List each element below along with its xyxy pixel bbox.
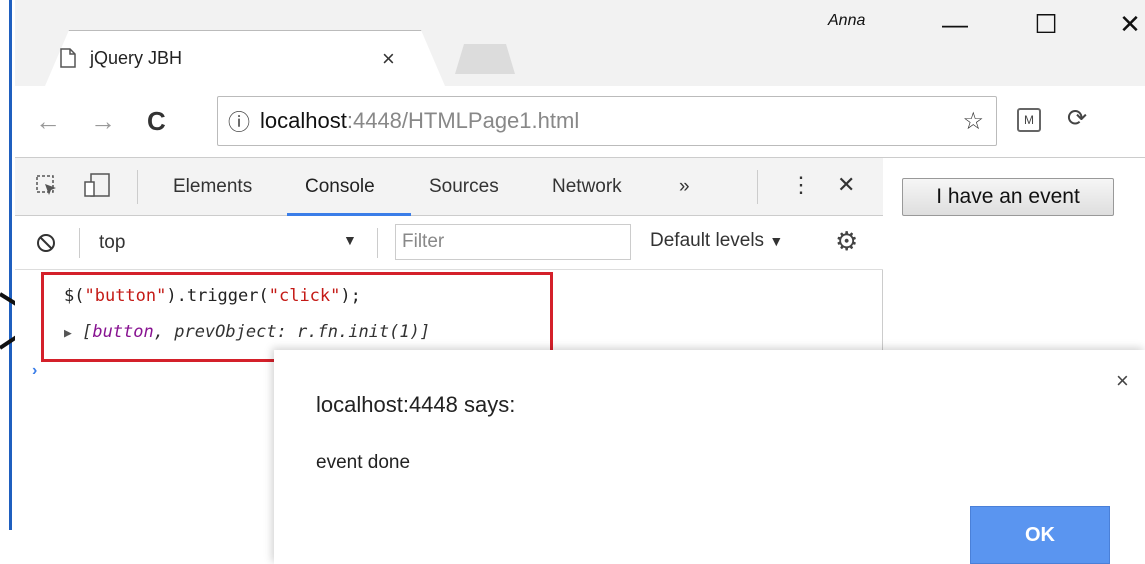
toolbar-divider (137, 170, 138, 204)
log-levels-arrow-icon: ▼ (769, 233, 784, 249)
console-settings-gear-icon[interactable]: ⚙ (835, 226, 858, 257)
tab-elements[interactable]: Elements (173, 176, 252, 198)
filter-input[interactable]: Filter (395, 224, 631, 260)
devtools-menu-icon[interactable]: ⋮ (790, 172, 812, 198)
profile-name[interactable]: Anna (828, 12, 865, 30)
toolbar-divider (79, 228, 80, 258)
page-icon (60, 48, 76, 68)
toolbar-divider (757, 170, 758, 204)
reload-icon[interactable]: C (147, 106, 166, 137)
inspect-element-icon[interactable] (35, 174, 59, 198)
screen: jQuery JBH × Anna — ☐ ✕ ← → C ⓘ localhos… (0, 0, 1145, 564)
console-prompt-icon[interactable]: › (32, 362, 37, 380)
tab-content: jQuery JBH (60, 30, 182, 86)
back-icon[interactable]: ← (35, 106, 61, 137)
minimize-button[interactable]: — (935, 6, 975, 42)
tab-network[interactable]: Network (552, 176, 622, 198)
log-levels-dropdown[interactable]: Default levels ▼ (650, 230, 783, 252)
close-window-button[interactable]: ✕ (1110, 6, 1145, 42)
forward-icon[interactable]: → (90, 106, 116, 137)
address-bar[interactable]: ⓘ localhost :4448/HTMLPage1.html ☆ (217, 96, 997, 146)
devtools-close-icon[interactable]: ✕ (837, 172, 855, 198)
sync-extension-icon[interactable]: ⟳ (1067, 104, 1087, 133)
devtools-tab-bar: Elements Console Sources Network » ⋮ ✕ (15, 158, 883, 216)
event-button[interactable]: I have an event (902, 178, 1114, 216)
dialog-message: event done (316, 452, 411, 473)
bookmark-star-icon[interactable]: ☆ (962, 107, 984, 136)
url-host: localhost (260, 108, 347, 133)
dialog-title: localhost:4448 says: (316, 392, 516, 417)
device-toolbar-icon[interactable] (83, 172, 111, 200)
toolbar-divider (377, 228, 378, 258)
tab-close-icon[interactable]: × (382, 46, 395, 72)
title-bar (15, 0, 1145, 86)
extension-icon[interactable]: M (1017, 108, 1041, 132)
url-path: :4448/HTMLPage1.html (346, 108, 580, 133)
tab-title: jQuery JBH (90, 47, 183, 68)
context-selector[interactable]: top (99, 232, 125, 254)
context-dropdown-icon[interactable]: ▼ (343, 232, 357, 248)
tab-console[interactable]: Console (305, 176, 375, 198)
more-tabs-chevron-icon[interactable]: » (679, 176, 690, 198)
window-left-edge (0, 0, 12, 530)
console-filter-bar: top ▼ Filter Default levels ▼ ⚙ (15, 216, 883, 270)
maximize-button[interactable]: ☐ (1026, 6, 1066, 42)
alert-dialog: localhost:4448 says: event done × OK (274, 350, 1145, 564)
highlight-box (41, 272, 553, 362)
clear-console-icon[interactable] (35, 232, 57, 254)
tab-sources[interactable]: Sources (429, 176, 499, 198)
new-tab-button[interactable] (455, 44, 515, 74)
browser-toolbar: ← → C ⓘ localhost :4448/HTMLPage1.html ☆… (15, 86, 1145, 158)
dialog-close-icon[interactable]: × (1116, 368, 1129, 394)
ok-button[interactable]: OK (970, 506, 1110, 564)
log-levels-label: Default levels (650, 230, 765, 251)
info-icon[interactable]: ⓘ (228, 105, 250, 137)
